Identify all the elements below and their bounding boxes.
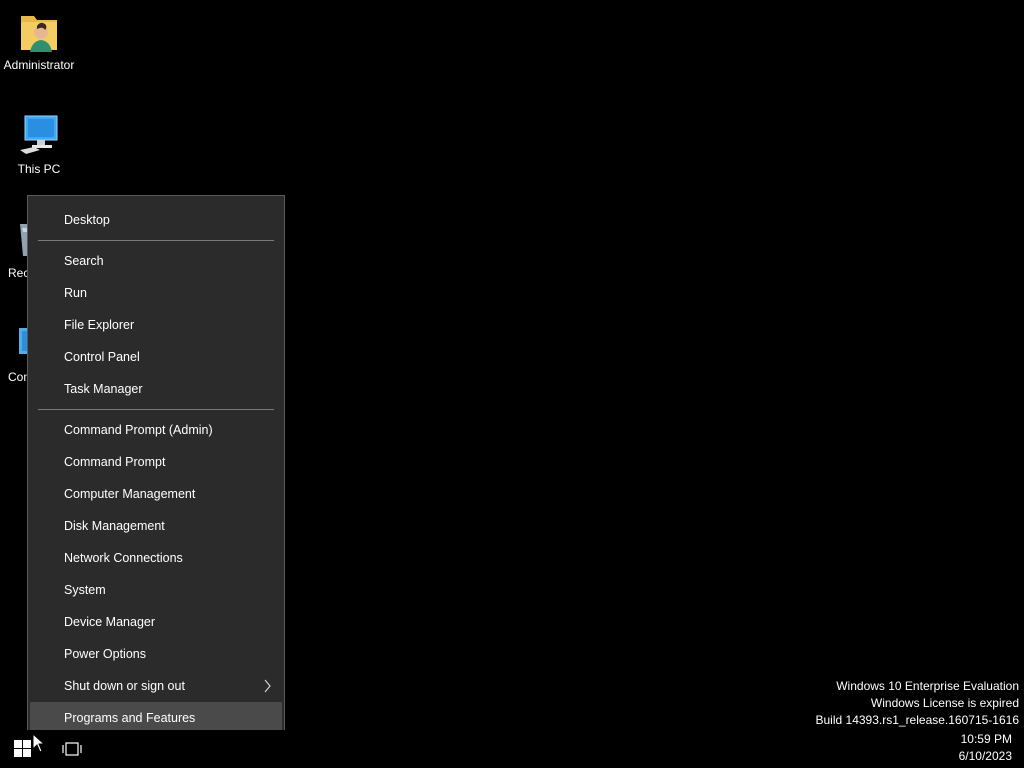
menu-item-label: Shut down or sign out	[64, 679, 185, 693]
clock-time: 10:59 PM	[960, 732, 1012, 746]
taskbar-clock[interactable]: 10:59 PM 6/10/2023	[959, 731, 1012, 765]
menu-item-label: Control Panel	[64, 350, 140, 364]
watermark-license: Windows License is expired	[870, 696, 1019, 710]
menu-item-power-options[interactable]: Power Options	[30, 638, 282, 670]
desktop-icon-recycle-bin[interactable]: Rec	[1, 218, 29, 280]
clock-date: 6/10/2023	[958, 749, 1012, 763]
menu-item-label: Task Manager	[64, 382, 143, 396]
menu-separator	[38, 409, 274, 410]
menu-item-label: Device Manager	[64, 615, 156, 629]
menu-item-file-explorer[interactable]: File Explorer	[30, 309, 282, 341]
menu-item-task-manager[interactable]: Task Manager	[30, 373, 282, 405]
menu-item-label: Network Connections	[64, 551, 183, 565]
menu-item-label: Command Prompt (Admin)	[64, 423, 213, 437]
menu-item-search[interactable]: Search	[30, 245, 282, 277]
desktop-icon-label: Administrator	[3, 58, 75, 72]
watermark-build: Build 14393.rs1_release.160715-1616	[815, 713, 1020, 727]
menu-item-label: Search	[64, 254, 104, 268]
menu-item-label: File Explorer	[64, 318, 135, 332]
desktop-icon-control-panel[interactable]: Cont	[1, 322, 29, 384]
menu-item-shut-down-or-sign-out[interactable]: Shut down or sign out	[30, 670, 282, 702]
menu-item-computer-management[interactable]: Computer Management	[30, 478, 282, 510]
menu-item-network-connections[interactable]: Network Connections	[30, 542, 282, 574]
menu-item-label: Computer Management	[64, 487, 196, 501]
watermark-edition: Windows 10 Enterprise Evaluation	[836, 679, 1019, 693]
computer-icon	[17, 114, 61, 158]
menu-item-run[interactable]: Run	[30, 277, 282, 309]
menu-item-label: Run	[64, 286, 87, 300]
menu-item-label: Command Prompt	[64, 455, 166, 469]
desktop-icon-label: Rec	[8, 266, 29, 280]
menu-item-desktop[interactable]: Desktop	[30, 204, 282, 236]
taskbar: 10:59 PM 6/10/2023	[0, 730, 1024, 768]
quick-link-menu: Desktop Search Run File Explorer Control…	[27, 195, 285, 742]
desktop-icon-administrator[interactable]: Administrator	[1, 10, 77, 72]
menu-item-label: Disk Management	[64, 519, 165, 533]
menu-item-device-manager[interactable]: Device Manager	[30, 606, 282, 638]
menu-separator	[38, 240, 274, 241]
menu-item-command-prompt[interactable]: Command Prompt	[30, 446, 282, 478]
desktop-icon-this-pc[interactable]: This PC	[1, 114, 77, 176]
menu-item-disk-management[interactable]: Disk Management	[30, 510, 282, 542]
user-folder-icon	[17, 10, 61, 54]
desktop-icon-label: This PC	[17, 162, 61, 176]
task-view-icon	[62, 742, 82, 763]
menu-item-control-panel[interactable]: Control Panel	[30, 341, 282, 373]
menu-item-command-prompt-admin[interactable]: Command Prompt (Admin)	[30, 414, 282, 446]
desktop: Administrator This PC Rec Co Desktop Sea…	[0, 0, 1024, 768]
task-view-button[interactable]	[62, 739, 82, 759]
menu-item-label: Desktop	[64, 213, 110, 227]
menu-item-label: System	[64, 583, 106, 597]
menu-item-system[interactable]: System	[30, 574, 282, 606]
menu-item-label: Programs and Features	[64, 711, 196, 725]
desktop-icon-label: Cont	[8, 370, 29, 384]
windows-watermark: Windows 10 Enterprise Evaluation Windows…	[816, 678, 1020, 729]
menu-item-label: Power Options	[64, 647, 146, 661]
mouse-cursor-icon	[32, 732, 46, 753]
